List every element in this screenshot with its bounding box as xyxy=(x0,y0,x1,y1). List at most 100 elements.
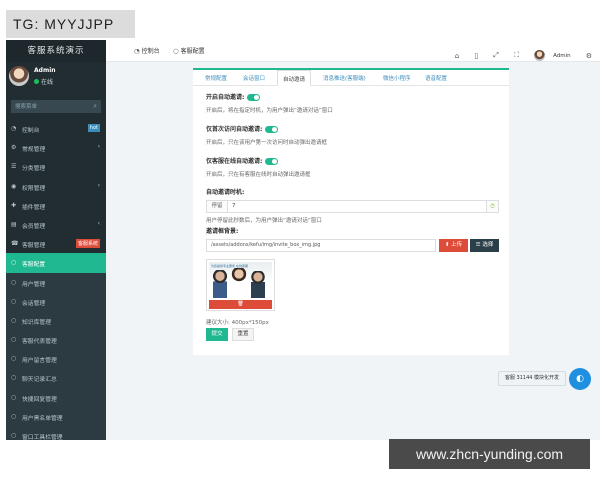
sidebar-item-messages[interactable]: ○ 用户留言管理 xyxy=(6,349,106,369)
admin-app: 客服系统演示 Admin 在线 搜索菜单 ⌕ ◔ 控制台 hot ⚙ 常规管理 ‹ ☰ 分… xyxy=(6,40,600,440)
sidebar-item-label: 会员管理 xyxy=(22,223,46,230)
sidebar-item-users[interactable]: ○ 用户管理 xyxy=(6,272,106,292)
invite-bg-preview: 为您提供专业服务 在线客服 🗑 xyxy=(206,259,275,311)
dashboard-icon: ◔ xyxy=(11,125,17,132)
list-icon: ☰ xyxy=(11,163,17,171)
circle-icon: ○ xyxy=(11,393,17,401)
tab-kefu-config[interactable]: ○ 客服配置 xyxy=(173,46,205,55)
watermark-bottom: www.zhcn-yunding.com xyxy=(389,439,590,469)
auto-invite-help: 开启后，将在指定时机，为用户弹出“邀请对话”窗口 xyxy=(206,108,333,114)
invite-time-help: 用户停留此秒数后，为用户弹出“邀请对话”窗口 xyxy=(206,218,322,224)
sidebar-item-blacklist[interactable]: ○ 用户黑名单管理 xyxy=(6,406,106,426)
person-figure xyxy=(213,270,227,298)
chat-invite-pill[interactable]: 客服 31144 模块化开发 xyxy=(498,371,566,386)
sidebar-item-label: 窗口工具栏管理 xyxy=(22,435,63,440)
sidebar-item-label: 分类管理 xyxy=(22,166,46,173)
home-icon[interactable]: ⌂ xyxy=(455,52,459,60)
admin-label[interactable]: Admin xyxy=(553,53,571,59)
trash-icon[interactable]: ▯ xyxy=(474,52,478,60)
sidebar-item-label: 客服代表管理 xyxy=(22,339,57,346)
config-panel: 常规配置 会话窗口 自动邀请 消息推送(客服端) 微信小程序 语音配置 开启自动… xyxy=(193,68,509,355)
sidebar-menu: ◔ 控制台 hot ⚙ 常规管理 ‹ ☰ 分类管理 ◉ 权限管理 ‹ ✚ 插件管理 ▤ 会员管理 ‹… xyxy=(6,119,106,440)
sidebar-item-label: 权限管理 xyxy=(22,185,46,192)
sidebar-item-category[interactable]: ☰ 分类管理 xyxy=(6,157,106,176)
sidebar-item-dashboard[interactable]: ◔ 控制台 hot xyxy=(6,119,106,138)
sidebar-item-label: 快捷回复管理 xyxy=(22,396,57,403)
invite-bg-row: 邀请框背景: /assets/addons/kefu/img/invite_bo… xyxy=(206,226,499,252)
sidebar-item-kefu[interactable]: ☎ 客服管理 客服系统 xyxy=(6,234,106,253)
select-button[interactable]: ☰ 选择 xyxy=(470,239,499,252)
sidebar-item-general[interactable]: ⚙ 常规管理 ‹ xyxy=(6,138,106,157)
first-visit-label: 仅首次访问自动邀请: xyxy=(206,124,499,133)
user-name: Admin xyxy=(34,67,56,74)
person-figure xyxy=(251,271,265,298)
sidebar-item-auth[interactable]: ◉ 权限管理 ‹ xyxy=(6,177,106,196)
first-visit-title: 仅首次访问自动邀请: xyxy=(206,126,263,133)
sidebar-item-label: 客服管理 xyxy=(22,243,46,250)
upload-button[interactable]: ⬆ 上传 xyxy=(439,239,468,252)
select-button-label: 选择 xyxy=(482,242,494,248)
circle-icon: ○ xyxy=(173,47,179,55)
kefu-badge: 客服系统 xyxy=(75,239,100,249)
sidebar-item-knowledge[interactable]: ○ 知识库管理 xyxy=(6,310,106,331)
auto-invite-toggle[interactable] xyxy=(247,94,261,101)
preview-image[interactable]: 为您提供专业服务 在线客服 xyxy=(209,262,272,298)
tab-session-window[interactable]: 会话窗口 xyxy=(243,74,265,82)
first-visit-help: 开启后，只在该用户第一次访问时自动弹出邀请框 xyxy=(206,140,328,146)
sidebar-item-sessions[interactable]: ○ 会话管理 xyxy=(6,291,106,311)
sidebar-item-chatlog[interactable]: ○ 聊天记录汇总 xyxy=(6,368,106,388)
invite-time-title: 自动邀请时机: xyxy=(206,189,245,196)
sidebar-item-label: 控制台 xyxy=(22,128,40,134)
sidebar-search[interactable]: 搜索菜单 ⌕ xyxy=(11,100,101,113)
auto-invite-row: 开启自动邀请: 开启后，将在指定时机，为用户弹出“邀请对话”窗口 xyxy=(206,92,499,114)
avatar xyxy=(9,66,29,86)
reset-button[interactable]: 重置 xyxy=(232,328,254,341)
fullscreen-icon[interactable]: ⛶ xyxy=(514,51,519,60)
gear-icon[interactable]: ⚙ xyxy=(586,52,592,60)
sidebar-item-addons[interactable]: ✚ 插件管理 xyxy=(6,196,106,215)
tab-auto-invite[interactable]: 自动邀请 xyxy=(277,70,312,86)
tab-voice[interactable]: 语音配置 xyxy=(425,74,447,82)
search-input[interactable]: 搜索菜单 xyxy=(15,102,37,110)
sidebar-item-label: 用户黑名单管理 xyxy=(22,415,63,422)
invite-time-input[interactable]: 7 xyxy=(228,200,487,213)
sidebar-item-label: 用户管理 xyxy=(22,281,46,288)
user-status-text: 在线 xyxy=(41,79,54,86)
invite-time-prefix: 停留 xyxy=(206,200,228,213)
online-only-label: 仅客服在线自动邀请: xyxy=(206,156,499,165)
sidebar-item-agents[interactable]: ○ 客服代表管理 xyxy=(6,330,106,350)
invite-bg-path-input[interactable]: /assets/addons/kefu/img/invite_box_img.j… xyxy=(206,239,436,252)
timer-icon: ⏱ xyxy=(487,200,499,213)
tab-label: 客服配置 xyxy=(180,48,205,55)
sidebar-item-toolbar[interactable]: ○ 窗口工具栏管理 xyxy=(6,426,106,440)
auto-invite-title: 开启自动邀请: xyxy=(206,94,245,101)
topbar-icons: ⌂ ▯ ⤢ ⛶ Admin ⚙ xyxy=(445,45,592,61)
user-status: 在线 xyxy=(34,77,53,86)
tab-general[interactable]: 常规配置 xyxy=(205,74,227,82)
puzzle-icon: ✚ xyxy=(11,201,17,209)
chevron-left-icon: ‹ xyxy=(97,181,100,189)
online-only-toggle[interactable] xyxy=(265,158,279,165)
gear-icon: ⚙ xyxy=(11,144,17,152)
tab-wechat-mini[interactable]: 微信小程序 xyxy=(383,74,411,82)
avatar[interactable] xyxy=(534,50,545,61)
online-dot-icon xyxy=(34,79,39,84)
search-icon[interactable]: ⌕ xyxy=(93,102,97,111)
chat-bubble-icon[interactable]: ◐ xyxy=(569,368,591,390)
circle-icon: ○ xyxy=(11,336,17,344)
delete-image-button[interactable]: 🗑 xyxy=(209,300,272,309)
watermark-top: TG: MYYJJPP xyxy=(6,10,135,38)
tab-push[interactable]: 消息推送(客服端) xyxy=(323,74,366,82)
sidebar-item-members[interactable]: ▤ 会员管理 ‹ xyxy=(6,215,106,234)
auto-invite-label: 开启自动邀请: xyxy=(206,92,499,101)
first-visit-toggle[interactable] xyxy=(265,126,279,133)
topbar: ◔ 控制台 ○ 客服配置 ⌂ ▯ ⤢ ⛶ Admin ⚙ xyxy=(106,40,600,62)
sidebar-item-quickreply[interactable]: ○ 快捷回复管理 xyxy=(6,387,106,407)
sidebar-item-kefu-config[interactable]: ○ 客服配置 xyxy=(6,253,106,273)
expand-icon[interactable]: ⤢ xyxy=(493,51,499,60)
circle-icon: ○ xyxy=(11,259,17,267)
submit-button[interactable]: 提交 xyxy=(206,328,228,341)
brand-title[interactable]: 客服系统演示 xyxy=(6,40,106,62)
tab-dashboard[interactable]: ◔ 控制台 xyxy=(134,46,160,55)
chevron-left-icon: ‹ xyxy=(97,219,100,227)
